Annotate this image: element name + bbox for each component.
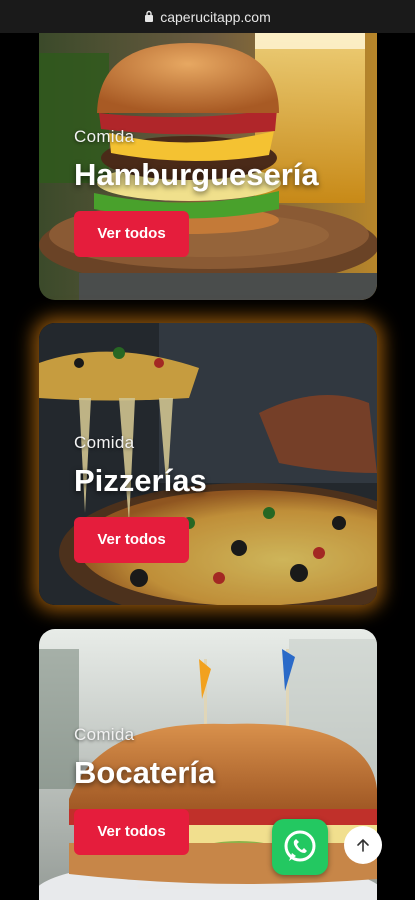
scroll-to-top-button[interactable] <box>344 826 382 864</box>
url-text: caperucitapp.com <box>160 8 271 25</box>
home-indicator[interactable] <box>137 884 280 889</box>
card-kicker: Comida <box>74 433 135 452</box>
view-all-button[interactable]: Ver todos <box>74 809 189 855</box>
lock-icon <box>145 10 154 22</box>
arrow-up-icon <box>357 838 369 852</box>
card-kicker: Comida <box>74 725 135 744</box>
card-title: Hamburguesería <box>74 157 319 192</box>
card-title: Bocatería <box>74 755 216 790</box>
view-all-button[interactable]: Ver todos <box>74 211 189 257</box>
page-content[interactable]: Comida Hamburguesería Ver todos Comida P… <box>0 33 415 900</box>
browser-address-bar[interactable]: caperucitapp.com <box>0 0 415 33</box>
whatsapp-button[interactable] <box>272 819 328 875</box>
card-kicker: Comida <box>74 127 135 146</box>
whatsapp-icon <box>284 830 316 862</box>
category-card-pizzerias[interactable]: Comida Pizzerías Ver todos <box>39 323 377 605</box>
category-card-hamburgueseria[interactable]: Comida Hamburguesería Ver todos <box>39 33 377 300</box>
view-all-button[interactable]: Ver todos <box>74 517 189 563</box>
card-title: Pizzerías <box>74 463 207 498</box>
